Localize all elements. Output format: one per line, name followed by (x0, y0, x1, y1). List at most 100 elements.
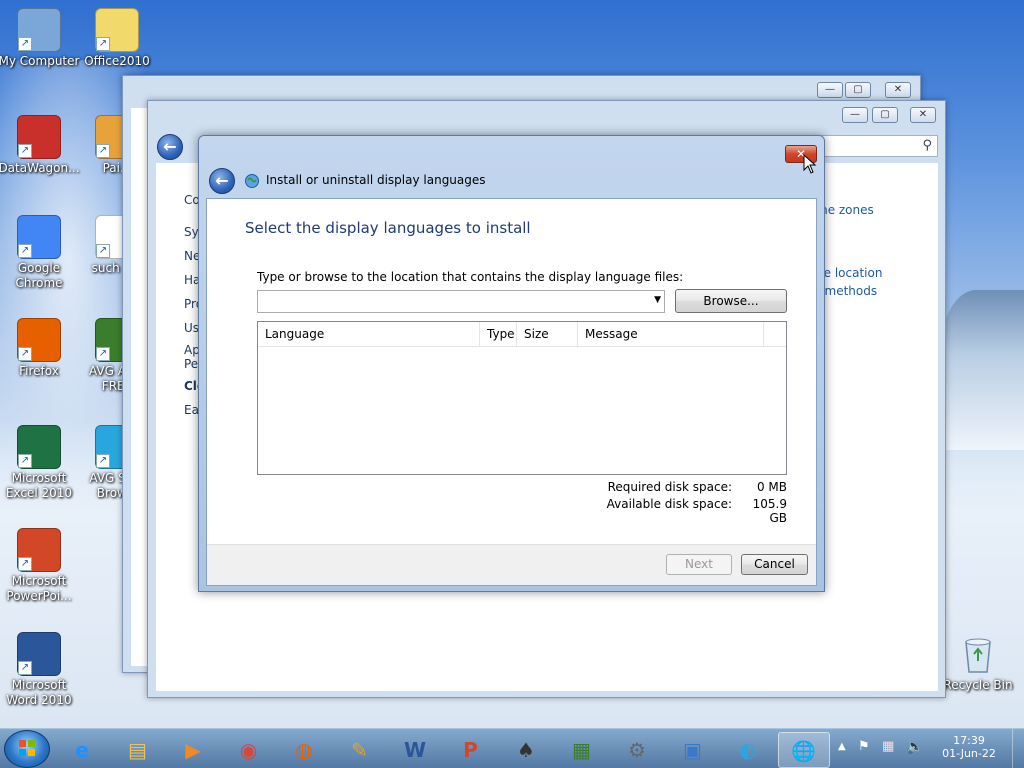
taskbar-media-player-button[interactable]: ▶ (167, 732, 219, 768)
word-shortcut[interactable]: ↗ Microsoft Word 2010 (0, 632, 81, 708)
column-message[interactable]: Message (578, 322, 764, 346)
word-icon: ↗ (17, 632, 61, 676)
column-size[interactable]: Size (517, 322, 578, 346)
close-button[interactable]: ✕ (885, 82, 911, 98)
excel-shortcut[interactable]: ↗ Microsoft Excel 2010 (0, 425, 81, 501)
available-space-label: Available disk space: (606, 497, 732, 511)
control-panel-link[interactable]: ge location (816, 266, 882, 280)
excel-icon: ↗ (17, 425, 61, 469)
available-space-value: 105.9 GB (752, 497, 787, 525)
settings-gear-icon: ⚙ (628, 738, 646, 762)
control-panel-icon: ▣ (683, 738, 702, 762)
shortcut-arrow-icon: ↗ (96, 37, 110, 51)
clock-date: 01-Jun-22 (942, 747, 996, 760)
computer-shortcut[interactable]: ↗ My Computer (0, 8, 81, 69)
language-list[interactable]: Language Type Size Message (257, 321, 787, 475)
paint-icon: ✎ (351, 738, 368, 762)
show-hidden-icons-icon[interactable]: ▲ (838, 741, 846, 752)
internet-explorer-icon: e (75, 738, 89, 762)
dialog-content: Select the display languages to install … (206, 198, 817, 586)
taskbar-avg-browser-button[interactable]: ◐ (722, 732, 774, 768)
powerpoint-shortcut[interactable]: ↗ Microsoft PowerPoi... (0, 528, 81, 604)
desktop-icon-label: Microsoft Word 2010 (6, 678, 72, 707)
datawagon-shortcut[interactable]: ↗ DataWagon... (0, 115, 81, 176)
taskbar-word-button[interactable]: W (389, 732, 441, 768)
dialog-title: Install or uninstall display languages (266, 173, 486, 187)
column-language[interactable]: Language (258, 322, 480, 346)
firefox-icon: ↗ (17, 318, 61, 362)
firefox-icon: ◍ (295, 738, 313, 762)
maximize-button[interactable]: ▢ (845, 82, 871, 98)
taskbar-solitaire-button[interactable]: ♠ (500, 732, 552, 768)
clock[interactable]: 17:39 01-Jun-22 (934, 729, 1004, 768)
firefox-shortcut[interactable]: ↗ Firefox (0, 318, 81, 379)
shortcut-arrow-icon: ↗ (96, 454, 110, 468)
recycle-bin-icon (956, 632, 1000, 676)
page-heading: Select the display languages to install (245, 219, 531, 237)
shortcut-arrow-icon: ↗ (96, 347, 110, 361)
close-button[interactable]: ✕ (910, 107, 936, 123)
action-center-icon[interactable]: ⚑ (858, 739, 870, 754)
list-header: Language Type Size Message (258, 322, 786, 347)
taskbar-chrome-button[interactable]: ◉ (223, 732, 275, 768)
desktop-icon-label: Microsoft Excel 2010 (5, 471, 73, 500)
shortcut-arrow-icon: ↗ (96, 144, 110, 158)
dialog-footer: Next Cancel (207, 544, 816, 585)
required-space-label: Required disk space: (607, 480, 732, 494)
clock-time: 17:39 (953, 734, 985, 747)
word-icon: W (403, 738, 427, 762)
solitaire-icon: ♠ (517, 738, 535, 762)
taskbar-internet-explorer-button[interactable]: e (56, 732, 108, 768)
back-arrow-icon[interactable]: ← (157, 134, 183, 160)
language-globe-icon (244, 173, 260, 189)
recycle-bin-shortcut[interactable]: Recycle Bin (936, 632, 1020, 693)
path-combobox[interactable]: ▼ (257, 290, 665, 313)
chrome-shortcut[interactable]: ↗ Google Chrome (0, 215, 81, 291)
taskbar-region-language-button[interactable]: 🌐 (777, 732, 830, 768)
taskbar-file-explorer-button[interactable]: ▤ (112, 732, 164, 768)
dropdown-arrow-icon[interactable]: ▼ (654, 295, 661, 305)
datawagon-icon: ↗ (17, 115, 61, 159)
desktop-icon-label: My Computer (0, 54, 80, 68)
shortcut-arrow-icon: ↗ (18, 661, 32, 675)
column-type[interactable]: Type (480, 322, 517, 346)
system-tray: ▲ ⚑ ▦ 🔈 (836, 729, 936, 768)
recycle-bin-label: Recycle Bin (943, 678, 1013, 692)
start-button[interactable] (4, 730, 50, 768)
next-button[interactable]: Next (666, 554, 732, 575)
maximize-button[interactable]: ▢ (872, 107, 898, 123)
powerpoint-icon: ↗ (17, 528, 61, 572)
taskbar-control-panel-button[interactable]: ▣ (667, 732, 719, 768)
cancel-button[interactable]: Cancel (741, 554, 808, 575)
shortcut-arrow-icon: ↗ (18, 557, 32, 571)
taskbar-paint-button[interactable]: ✎ (334, 732, 386, 768)
taskbar-powerpoint-button[interactable]: P (445, 732, 497, 768)
minimize-button[interactable]: — (842, 107, 868, 123)
wallpaper-hill (940, 290, 1024, 450)
volume-icon[interactable]: 🔈 (906, 739, 923, 755)
control-panel-category[interactable]: Us (184, 321, 199, 335)
desktop-icon-label: DataWagon... (0, 161, 80, 175)
taskbar-avg-antivirus-button[interactable]: ▦ (556, 732, 608, 768)
shortcut-arrow-icon: ↗ (18, 144, 32, 158)
minimize-button[interactable]: — (817, 82, 843, 98)
taskbar-settings-gear-button[interactable]: ⚙ (611, 732, 663, 768)
mouse-cursor-icon (803, 153, 817, 177)
shortcut-arrow-icon: ↗ (18, 454, 32, 468)
powerpoint-icon: P (463, 738, 478, 762)
show-desktop-button[interactable] (1012, 729, 1024, 768)
iso-file-icon: ↗ (95, 8, 139, 52)
browse-button[interactable]: Browse... (675, 289, 787, 313)
shortcut-arrow-icon: ↗ (18, 37, 32, 51)
control-panel-category[interactable]: Pe (184, 357, 198, 371)
taskbar-firefox-button[interactable]: ◍ (278, 732, 330, 768)
desktop-icon-label: Google Chrome (15, 261, 63, 290)
iso-file-shortcut[interactable]: ↗ Office2010 (75, 8, 159, 69)
shortcut-arrow-icon: ↗ (18, 244, 32, 258)
back-arrow-icon[interactable]: ← (209, 168, 235, 194)
chrome-icon: ↗ (17, 215, 61, 259)
search-input[interactable]: ⚲ (808, 135, 938, 157)
region-language-icon: 🌐 (791, 739, 816, 763)
control-panel-link[interactable]: t methods (816, 284, 877, 298)
network-icon[interactable]: ▦ (882, 739, 894, 754)
